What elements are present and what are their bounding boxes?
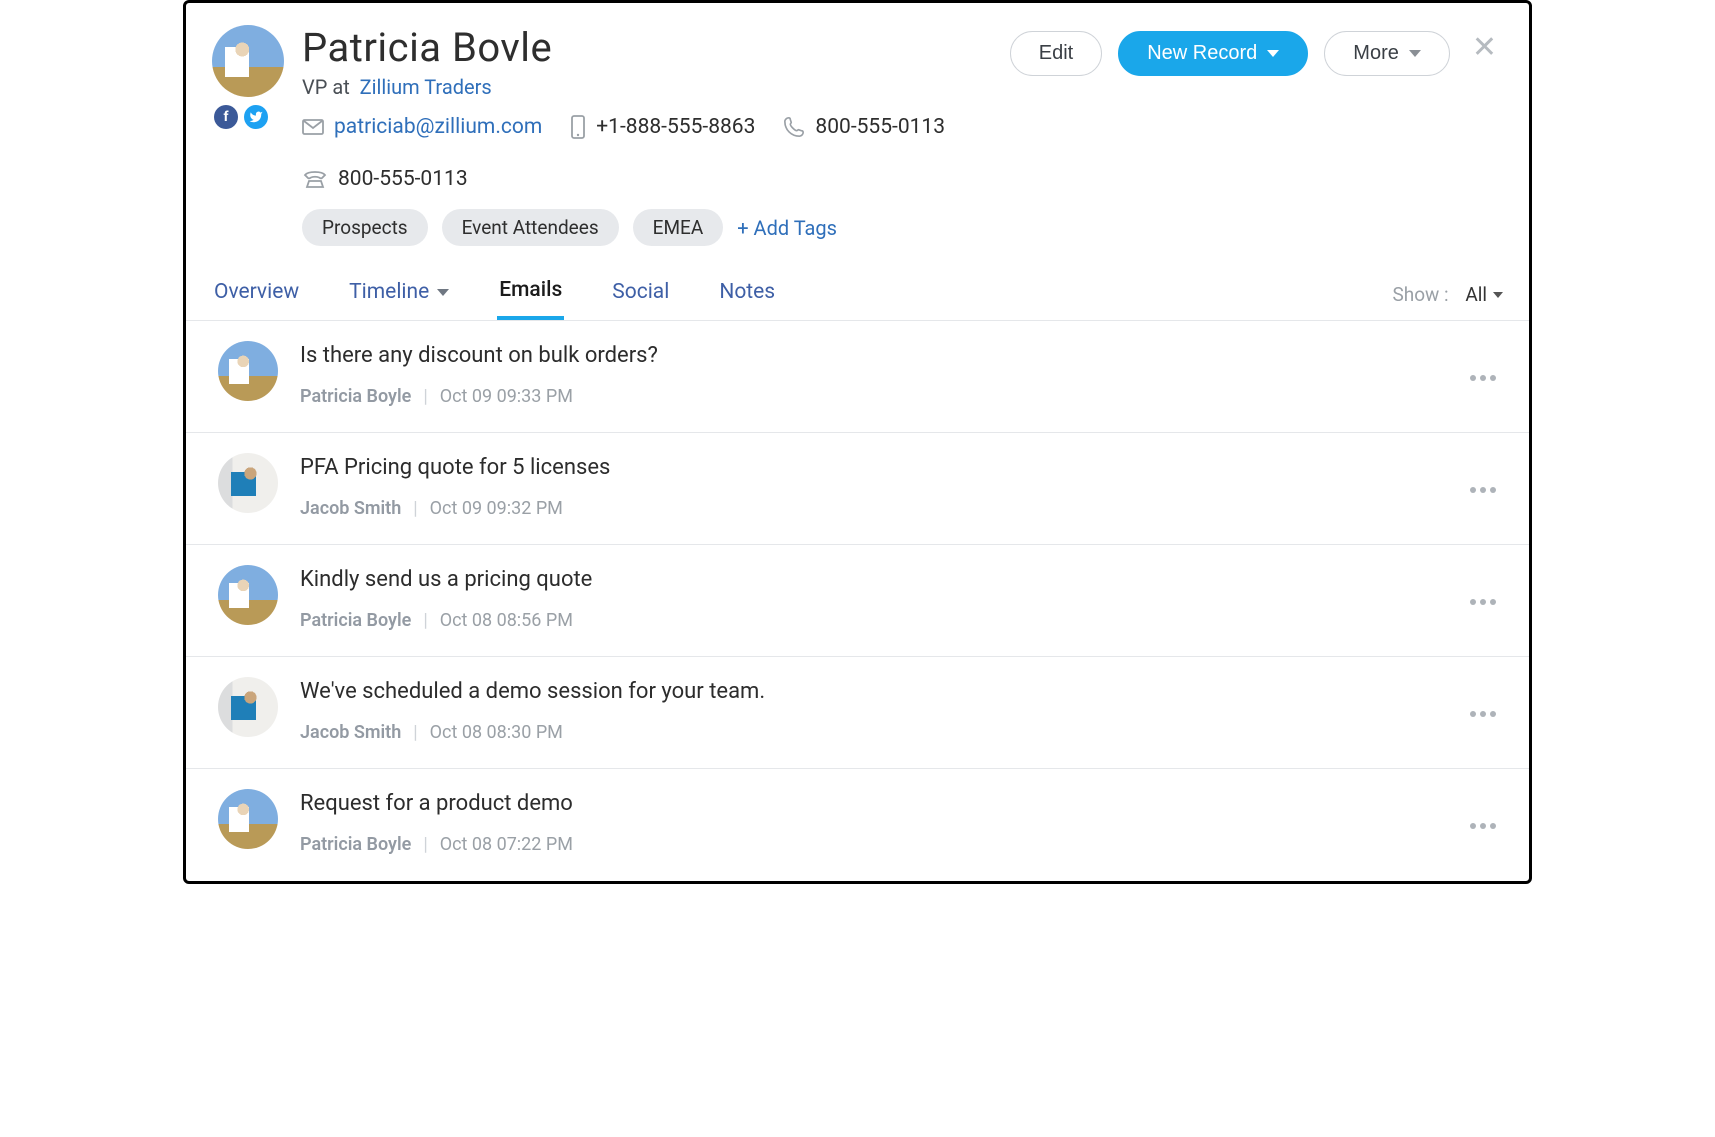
email-body: Is there any discount on bulk orders? Pat… [300, 341, 1441, 407]
separator: | [423, 610, 427, 631]
show-filter[interactable]: Show : All [1392, 283, 1503, 320]
separator: | [413, 498, 417, 519]
email-time: Oct 08 08:56 PM [440, 610, 573, 631]
mobile-number[interactable]: +1-888-555-8863 [596, 115, 755, 139]
tab-timeline[interactable]: Timeline [347, 278, 451, 320]
close-icon[interactable]: ✕ [1466, 31, 1503, 65]
email-meta: Jacob Smith | Oct 08 08:30 PM [300, 722, 1441, 743]
phone2-item: 800-555-0113 [302, 167, 468, 191]
more-button[interactable]: More [1324, 31, 1450, 76]
chevron-down-icon [437, 289, 449, 296]
tag-pill[interactable]: Prospects [302, 209, 428, 246]
new-record-button[interactable]: New Record [1118, 31, 1308, 76]
sender-avatar [218, 565, 278, 625]
desk-phone-icon [302, 169, 328, 189]
tags-row: Prospects Event Attendees EMEA + Add Tag… [302, 209, 992, 250]
row-more-icon[interactable] [1463, 816, 1503, 836]
sender-avatar [218, 677, 278, 737]
add-tags-link[interactable]: + Add Tags [737, 216, 837, 240]
chevron-down-icon [1409, 50, 1421, 57]
sender-avatar [218, 341, 278, 401]
email-subject: Kindly send us a pricing quote [300, 567, 1441, 592]
email-link[interactable]: patriciab@zillium.com [334, 115, 542, 139]
sender-name: Jacob Smith [300, 722, 401, 743]
row-more-icon[interactable] [1463, 704, 1503, 724]
separator: | [423, 386, 427, 407]
avatar-column: f [212, 25, 284, 129]
email-meta: Patricia Boyle | Oct 08 07:22 PM [300, 834, 1441, 855]
tag-pill[interactable]: EMEA [633, 209, 724, 246]
email-time: Oct 08 08:30 PM [430, 722, 563, 743]
edit-button[interactable]: Edit [1010, 31, 1102, 76]
tag-pill[interactable]: Event Attendees [442, 209, 619, 246]
email-row[interactable]: Is there any discount on bulk orders? Pat… [186, 321, 1529, 433]
email-body: PFA Pricing quote for 5 licenses Jacob Sm… [300, 453, 1441, 519]
social-links: f [214, 105, 268, 129]
envelope-icon [302, 119, 324, 135]
company-link[interactable]: Zillium Traders [360, 75, 492, 99]
show-label: Show : [1392, 283, 1448, 306]
chevron-down-icon [1267, 50, 1279, 57]
row-more-icon[interactable] [1463, 480, 1503, 500]
show-value: All [1465, 283, 1487, 306]
phone2-number[interactable]: 800-555-0113 [338, 167, 468, 191]
email-row[interactable]: PFA Pricing quote for 5 licenses Jacob Sm… [186, 433, 1529, 545]
row-more-icon[interactable] [1463, 368, 1503, 388]
phone-icon [783, 116, 805, 138]
email-body: Request for a product demo Patricia Boyle… [300, 789, 1441, 855]
email-subject: PFA Pricing quote for 5 licenses [300, 455, 1441, 480]
email-row[interactable]: Request for a product demo Patricia Boyle… [186, 769, 1529, 881]
phone1-item: 800-555-0113 [783, 115, 945, 139]
contact-info: Patricia Bovle VP at Zillium Traders pat… [302, 25, 992, 250]
email-time: Oct 09 09:33 PM [440, 386, 573, 407]
email-meta: Patricia Boyle | Oct 09 09:33 PM [300, 386, 1441, 407]
email-row[interactable]: We've scheduled a demo session for your … [186, 657, 1529, 769]
sender-name: Patricia Boyle [300, 386, 411, 407]
separator: | [413, 722, 417, 743]
email-row[interactable]: Kindly send us a pricing quote Patricia B… [186, 545, 1529, 657]
email-list: Is there any discount on bulk orders? Pat… [186, 321, 1529, 881]
more-label: More [1353, 42, 1399, 65]
sender-name: Jacob Smith [300, 498, 401, 519]
email-item: patriciab@zillium.com [302, 115, 542, 139]
email-subject: Is there any discount on bulk orders? [300, 343, 1441, 368]
separator: | [423, 834, 427, 855]
email-time: Oct 09 09:32 PM [430, 498, 563, 519]
contact-header: f Patricia Bovle VP at Zillium Traders p… [186, 3, 1529, 250]
row-more-icon[interactable] [1463, 592, 1503, 612]
email-time: Oct 08 07:22 PM [440, 834, 573, 855]
contact-row: patriciab@zillium.com +1-888-555-8863 80… [302, 115, 992, 191]
email-body: Kindly send us a pricing quote Patricia B… [300, 565, 1441, 631]
role-text: VP at [302, 75, 350, 99]
sender-avatar [218, 453, 278, 513]
email-subject: Request for a product demo [300, 791, 1441, 816]
email-subject: We've scheduled a demo session for your … [300, 679, 1441, 704]
tabs: Overview Timeline Emails Social Notes [212, 278, 777, 320]
facebook-icon[interactable]: f [214, 105, 238, 129]
twitter-icon[interactable] [244, 105, 268, 129]
phone1-number[interactable]: 800-555-0113 [815, 115, 945, 139]
edit-label: Edit [1039, 42, 1073, 65]
tab-overview[interactable]: Overview [212, 278, 301, 320]
new-record-label: New Record [1147, 42, 1257, 65]
sender-name: Patricia Boyle [300, 834, 411, 855]
mobile-icon [570, 115, 586, 139]
contact-avatar[interactable] [212, 25, 284, 97]
email-meta: Jacob Smith | Oct 09 09:32 PM [300, 498, 1441, 519]
chevron-down-icon [1493, 292, 1503, 298]
contact-subtitle: VP at Zillium Traders [302, 75, 992, 99]
tab-notes[interactable]: Notes [717, 278, 777, 320]
tab-social[interactable]: Social [610, 278, 671, 320]
header-actions: Edit New Record More ✕ [1010, 31, 1503, 76]
email-meta: Patricia Boyle | Oct 08 08:56 PM [300, 610, 1441, 631]
mobile-item: +1-888-555-8863 [570, 115, 755, 139]
sender-avatar [218, 789, 278, 849]
email-body: We've scheduled a demo session for your … [300, 677, 1441, 743]
tab-emails[interactable]: Emails [497, 278, 564, 320]
contact-name: Patricia Bovle [302, 25, 992, 71]
contact-detail-panel: f Patricia Bovle VP at Zillium Traders p… [183, 0, 1532, 884]
tabs-bar: Overview Timeline Emails Social Notes Show :… [186, 250, 1529, 321]
sender-name: Patricia Boyle [300, 610, 411, 631]
